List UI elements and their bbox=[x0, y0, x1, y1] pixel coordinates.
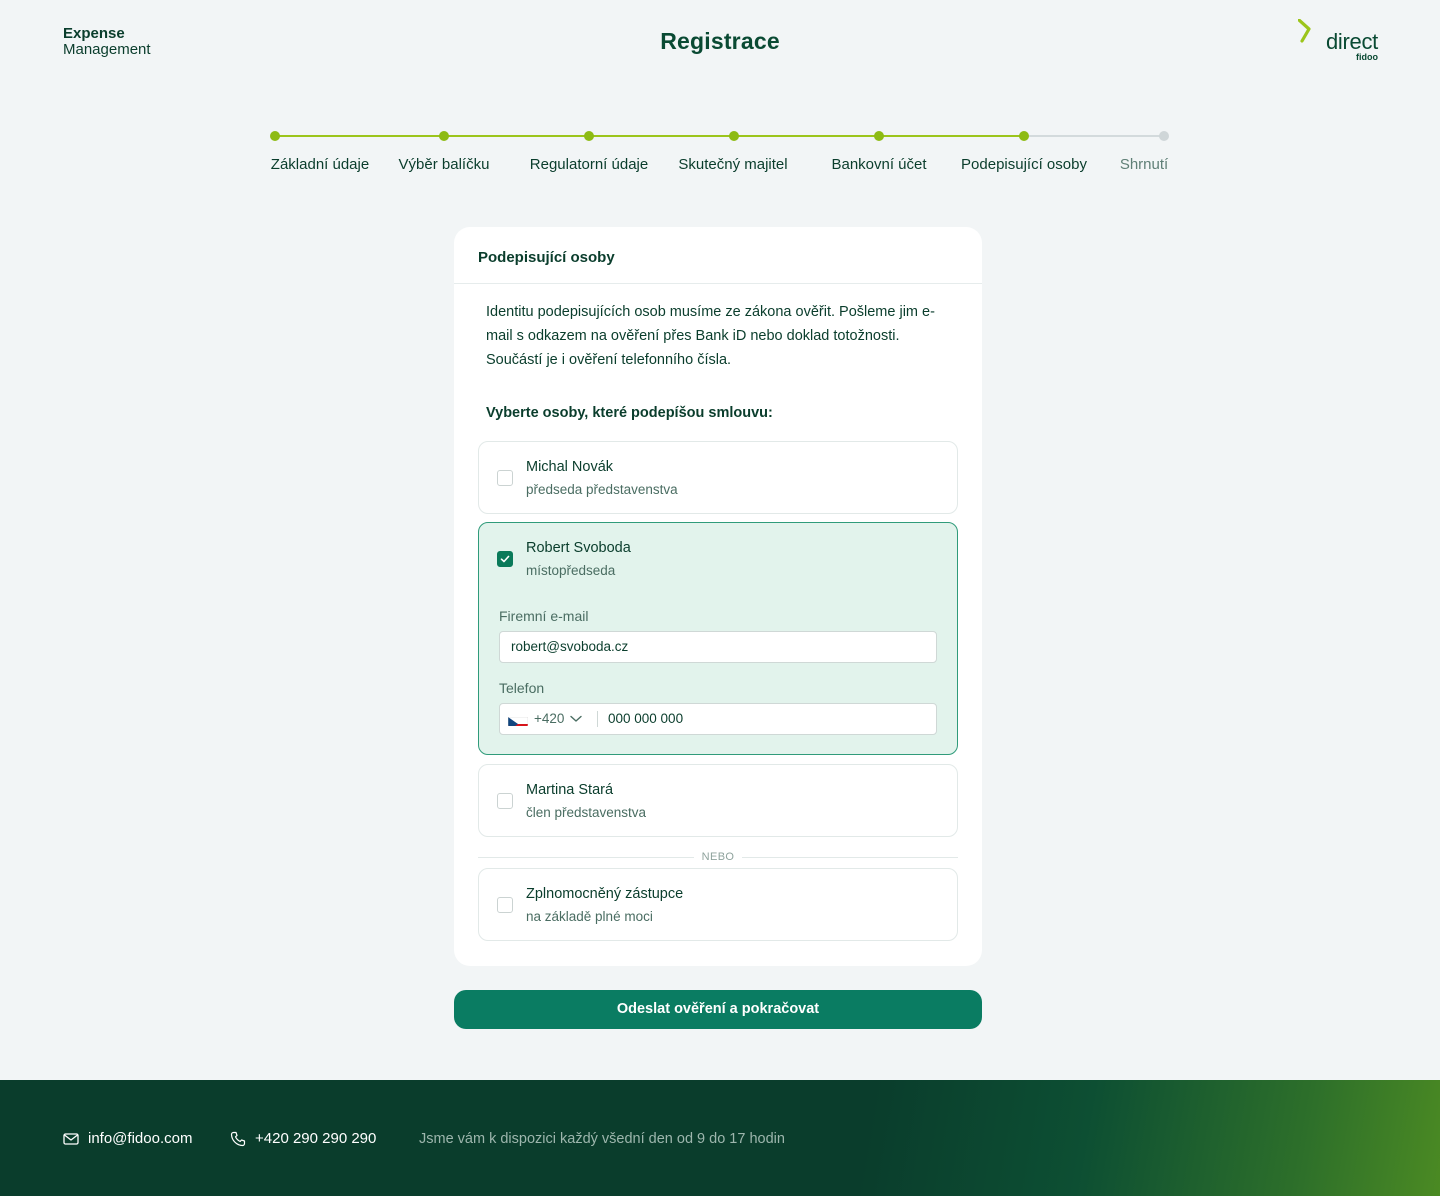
logo-fidoo-text: fidoo bbox=[1356, 52, 1378, 62]
footer-availability-note: Jsme vám k dispozici každý všední den od… bbox=[419, 1131, 785, 1147]
person-role: člen představenstva bbox=[526, 805, 647, 820]
mail-icon bbox=[63, 1132, 79, 1145]
step-dot-7 bbox=[1159, 131, 1169, 141]
checkbox[interactable] bbox=[497, 897, 513, 913]
stepper-progress-line bbox=[275, 135, 1024, 137]
person-option-martina-stara[interactable]: Martina Stará člen představenstva bbox=[478, 764, 958, 837]
person-name: Martina Stará bbox=[526, 782, 614, 798]
checkbox-checked[interactable] bbox=[497, 551, 513, 567]
step-dot-5 bbox=[874, 131, 884, 141]
chevron-down-icon bbox=[570, 715, 583, 722]
step-dot-1 bbox=[270, 131, 280, 141]
person-name: Zplnomocněný zástupce bbox=[526, 886, 684, 902]
direct-fidoo-logo: direct fidoo bbox=[1298, 19, 1378, 65]
email-field[interactable]: robert@svoboda.cz bbox=[499, 631, 937, 663]
phone-separator bbox=[597, 711, 598, 727]
footer: info@fidoo.com +420 290 290 290 Jsme vám… bbox=[0, 1080, 1440, 1196]
step-dot-3 bbox=[584, 131, 594, 141]
page-title: Registrace bbox=[660, 28, 780, 54]
email-label: Firemní e-mail bbox=[499, 608, 589, 624]
intro-text: Identitu podepisujících osob musíme ze z… bbox=[486, 304, 935, 368]
footer-phone[interactable]: +420 290 290 290 bbox=[230, 1130, 376, 1147]
step-label-bankovni-ucet: Bankovní účet bbox=[831, 156, 927, 173]
step-dot-6 bbox=[1019, 131, 1029, 141]
person-role: na základě plné moci bbox=[526, 909, 653, 924]
footer-phone-text: +420 290 290 290 bbox=[255, 1130, 377, 1147]
step-label-podepisujici-osoby: Podepisující osoby bbox=[961, 156, 1087, 173]
czech-flag-icon bbox=[508, 712, 528, 726]
step-label-regulatorni-udaje: Regulatorní údaje bbox=[529, 156, 649, 173]
checkbox[interactable] bbox=[497, 470, 513, 486]
footer-email-text: info@fidoo.com bbox=[88, 1130, 193, 1147]
country-code-value: +420 bbox=[534, 711, 565, 726]
card-title: Podepisující osoby bbox=[454, 227, 982, 284]
person-option-michal-novak[interactable]: Michal Novák předseda představenstva bbox=[478, 441, 958, 514]
or-divider: NEBO bbox=[478, 851, 958, 863]
signatories-card: Podepisující osoby Identitu podepisující… bbox=[454, 227, 982, 966]
submit-button[interactable]: Odeslat ověření a pokračovat bbox=[454, 990, 982, 1029]
person-name: Robert Svoboda bbox=[526, 540, 631, 556]
person-role: předseda představenstva bbox=[526, 482, 678, 497]
step-label-skutecny-majitel: Skutečný majitel bbox=[678, 156, 788, 173]
phone-icon bbox=[230, 1131, 246, 1146]
phone-label: Telefon bbox=[499, 680, 545, 696]
step-dot-4 bbox=[729, 131, 739, 141]
person-option-proxy[interactable]: Zplnomocněný zástupce na základě plné mo… bbox=[478, 868, 958, 941]
select-persons-label: Vyberte osoby, které podepíšou smlouvu: bbox=[486, 405, 773, 421]
step-label-zakladni-udaje: Základní údaje bbox=[270, 156, 370, 173]
step-dot-2 bbox=[439, 131, 449, 141]
step-label-shrnuti: Shrnutí bbox=[1119, 156, 1169, 173]
checkbox[interactable] bbox=[497, 793, 513, 809]
progress-stepper: Základní údaje Výběr balíčku Regulatorní… bbox=[0, 128, 1440, 188]
footer-email[interactable]: info@fidoo.com bbox=[63, 1130, 192, 1147]
person-role: místopředseda bbox=[526, 563, 616, 578]
or-label: NEBO bbox=[693, 851, 743, 863]
phone-number-value: 000 000 000 bbox=[608, 711, 684, 726]
country-code-select[interactable]: +420 bbox=[508, 704, 583, 734]
person-name: Michal Novák bbox=[526, 459, 614, 475]
logo-chevron-icon bbox=[1298, 19, 1311, 43]
step-label-vyber-balicku: Výběr balíčku bbox=[398, 156, 490, 173]
stepper-remaining-line bbox=[1024, 135, 1164, 137]
person-option-robert-svoboda[interactable]: Robert Svoboda místopředseda Firemní e-m… bbox=[478, 522, 958, 755]
check-icon bbox=[500, 555, 510, 563]
phone-field[interactable]: +420 000 000 000 bbox=[499, 703, 937, 735]
